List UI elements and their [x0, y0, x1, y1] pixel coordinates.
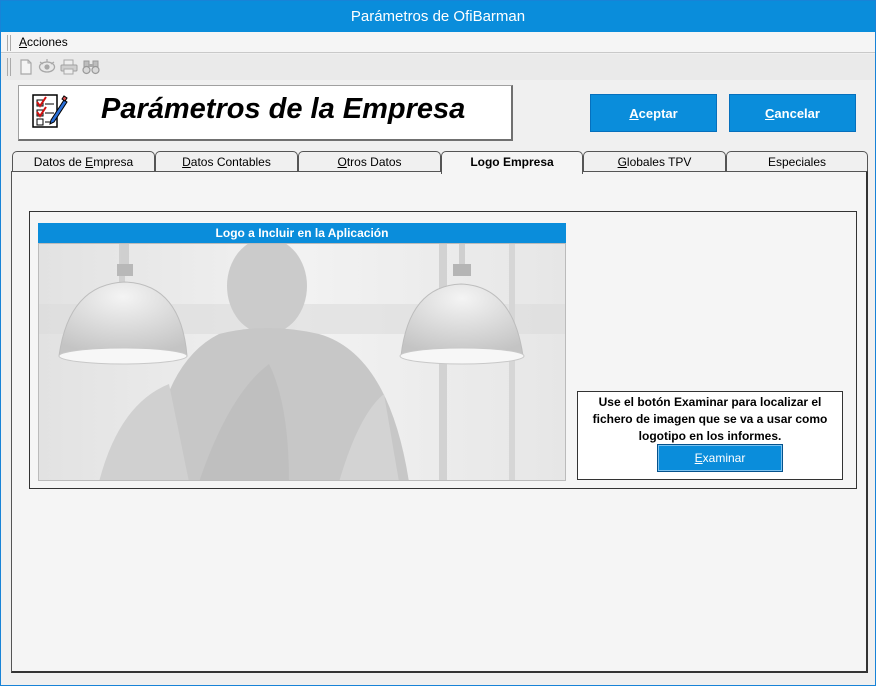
info-text: Use el botón Examinar para localizar el … [592, 395, 828, 443]
page-title: Parámetros de la Empresa [101, 93, 466, 125]
cancel-label: ancelar [774, 106, 820, 121]
tab-accel: E [85, 155, 94, 169]
tab-datos-contables[interactable]: Datos Contables [155, 151, 298, 172]
browse-accel: E [694, 451, 703, 465]
logo-header: Logo a Incluir en la Aplicación [38, 223, 566, 243]
print-icon[interactable] [59, 58, 79, 76]
tab-label-post: tros Datos [346, 155, 402, 169]
logo-preview-image [38, 243, 566, 481]
tab-datos-empresa[interactable]: Datos de Empresa [12, 151, 155, 172]
info-panel: Use el botón Examinar para localizar el … [577, 391, 843, 480]
menu-bar: Acciones [1, 32, 875, 53]
browse-label: xaminar [702, 451, 746, 465]
new-document-icon[interactable] [16, 58, 36, 76]
find-binoculars-icon[interactable] [81, 58, 101, 76]
checklist-pencil-icon [31, 92, 69, 132]
toolbar-grip-handle[interactable] [7, 58, 11, 76]
tab-label-pre: Datos de [33, 155, 86, 169]
tab-label-post: atos Contables [190, 155, 271, 169]
tab-globales-tpv[interactable]: Globales TPV [583, 151, 726, 172]
tab-accel: O [337, 155, 347, 169]
logo-group-box: Logo a Incluir en la Aplicación Use el b… [29, 211, 857, 489]
tab-especiales[interactable]: Especiales [726, 151, 868, 172]
tab-panel-logo-empresa: Logo a Incluir en la Aplicación Use el b… [11, 171, 868, 673]
header-banner: Parámetros de la Empresa [18, 85, 513, 141]
window: Parámetros de OfiBarman Acciones Parámet… [0, 0, 876, 686]
tab-label-pre: Logo Empresa [470, 155, 554, 169]
accept-label: ceptar [638, 106, 678, 121]
menu-item-acciones[interactable]: Acciones [19, 34, 68, 50]
menu-grip-handle[interactable] [7, 35, 11, 51]
tab-logo-empresa[interactable]: Logo Empresa [441, 151, 583, 174]
window-title: Parámetros de OfiBarman [1, 1, 875, 32]
tab-otros-datos[interactable]: Otros Datos [298, 151, 441, 172]
toolbar [1, 54, 875, 80]
menu-acciones-accel: A [19, 35, 28, 49]
cancel-accel: C [765, 106, 775, 121]
cancel-button[interactable]: Cancelar [729, 94, 856, 132]
preview-eye-icon[interactable] [37, 58, 57, 76]
tab-label-pre: Especiales [767, 155, 827, 169]
accept-accel: A [629, 106, 639, 121]
tab-label-post: lobales TPV [626, 155, 692, 169]
accept-button[interactable]: Aceptar [590, 94, 717, 132]
menu-acciones-label: cciones [27, 35, 68, 49]
browse-button[interactable]: Examinar [657, 444, 783, 472]
tab-label-post: mpresa [93, 155, 134, 169]
tab-accel: D [182, 155, 191, 169]
tab-accel: G [617, 155, 627, 169]
